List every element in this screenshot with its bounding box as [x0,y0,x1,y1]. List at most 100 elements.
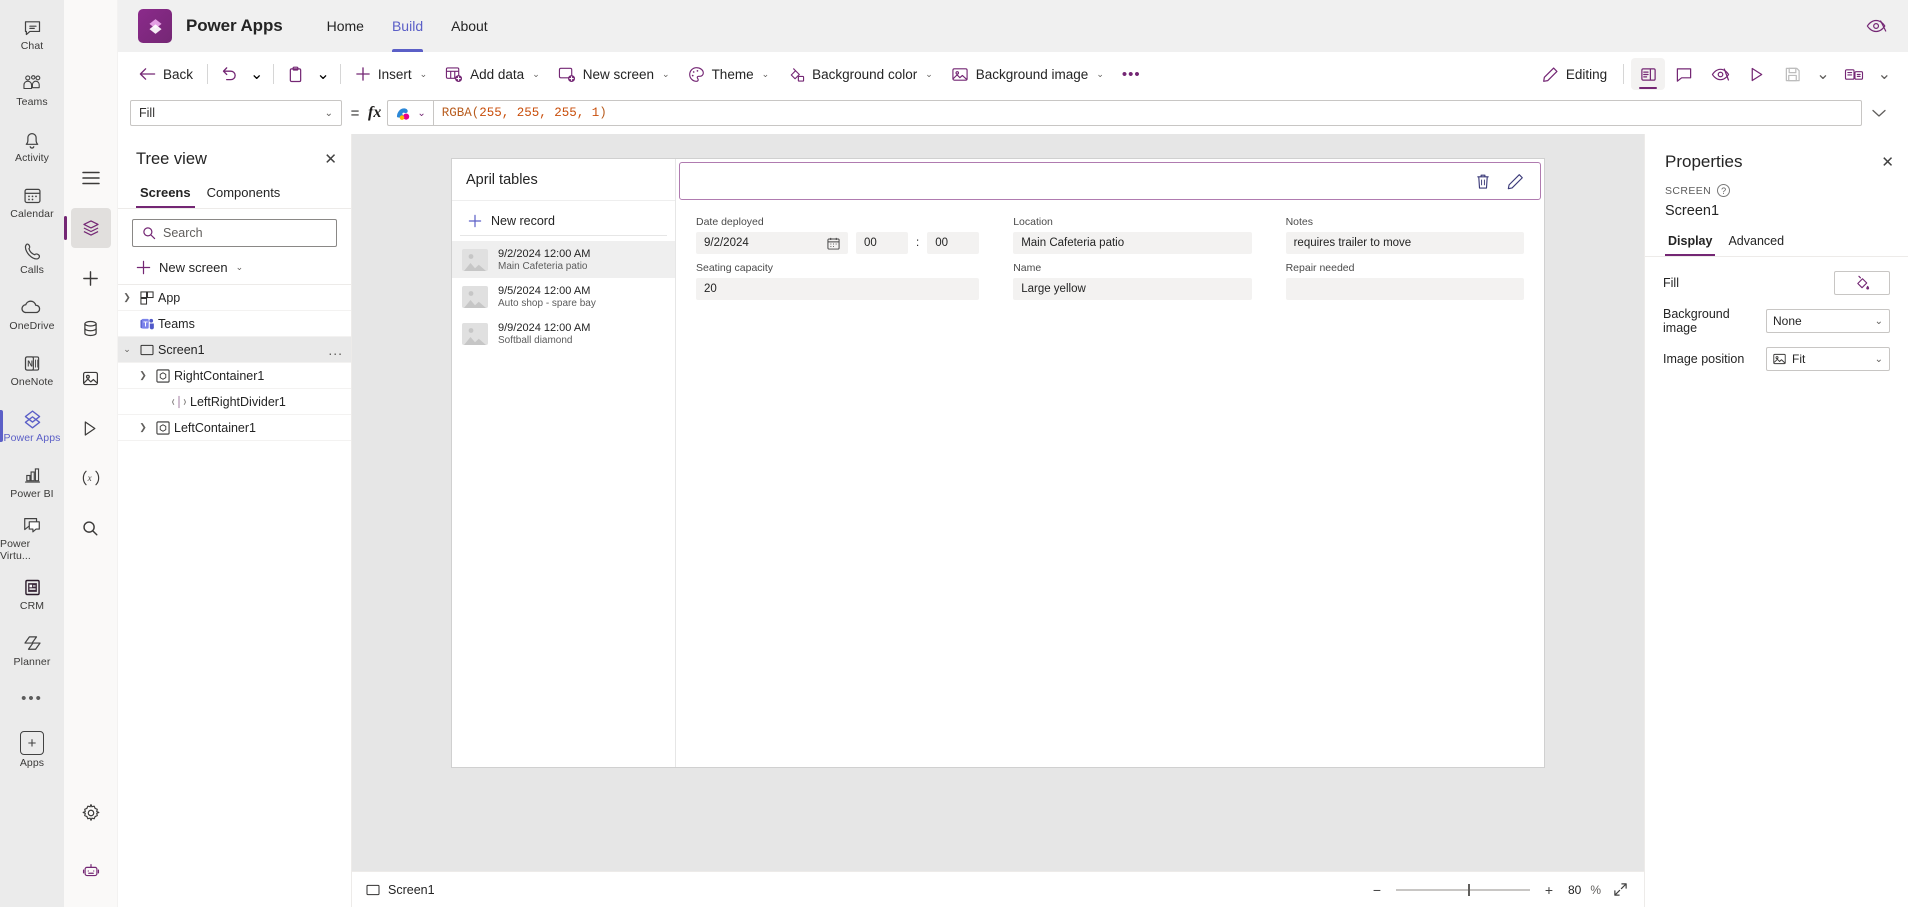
tree-item-teams[interactable]: T Teams [118,311,351,337]
properties-header: Properties ✕ [1645,134,1908,184]
add-data-button[interactable]: Add data ⌄ [436,58,549,90]
rail-item-onedrive[interactable]: OneDrive [0,286,64,342]
formula-input[interactable]: RGBA(255, 255, 255, 1) [433,100,1862,126]
editing-mode-button[interactable]: Editing [1533,58,1616,90]
new-screen-tree-button[interactable]: New screen ⌄ [118,253,351,285]
hamburger-menu-button[interactable] [71,158,111,198]
date-input[interactable]: 9/2/2024 [696,232,848,254]
variables-button[interactable]: x [71,458,111,498]
tree-view-button[interactable] [71,208,111,248]
rail-item-planner[interactable]: Planner [0,622,64,678]
tab-display[interactable]: Display [1663,229,1717,256]
status-screen-indicator[interactable]: Screen1 [366,883,435,897]
trash-icon[interactable] [1475,173,1491,190]
gallery-record-row[interactable]: 9/9/2024 12:00 AM Softball diamond [452,315,675,352]
search-input[interactable]: Search [132,219,337,247]
rail-item-onenote[interactable]: N OneNote [0,342,64,398]
repair-needed-input[interactable] [1286,278,1524,300]
close-icon[interactable]: ✕ [324,152,337,167]
tree-item-leftcontainer1[interactable]: ❯ LeftContainer1 [118,415,351,441]
notes-input[interactable]: requires trailer to move [1286,232,1524,254]
new-screen-button[interactable]: New screen ⌄ [549,58,679,90]
form-toolbar[interactable] [679,162,1541,200]
undo-dropdown-button[interactable]: ⌄ [245,58,268,90]
rail-item-apps[interactable]: + Apps [0,722,64,778]
command-overflow-button[interactable]: ••• [1113,58,1150,90]
app-checker-button[interactable] [1703,58,1737,90]
publish-button[interactable] [1837,58,1871,90]
chevron-down-icon[interactable]: ⌄ [118,344,136,355]
header-tab-home[interactable]: Home [313,0,378,52]
insert-button[interactable] [71,258,111,298]
app-checker-icon[interactable] [1866,18,1888,34]
calendar-icon[interactable] [827,237,840,250]
hour-input[interactable]: 00 [856,232,908,254]
paste-dropdown-button[interactable]: ⌄ [311,58,334,90]
minute-input[interactable]: 00 [927,232,979,254]
edit-pencil-icon[interactable] [1507,173,1524,190]
color-picker-button[interactable]: ⌄ [387,100,432,126]
tab-screens[interactable]: Screens [134,179,197,208]
zoom-out-button[interactable]: − [1367,880,1387,900]
background-image-dropdown[interactable]: None ⌄ [1766,309,1890,333]
save-dropdown-button[interactable]: ⌄ [1811,58,1834,90]
header-tab-about[interactable]: About [437,0,502,52]
insert-button[interactable]: Insert ⌄ [346,58,436,90]
paste-button[interactable] [279,58,311,90]
gallery-record-row[interactable]: 9/5/2024 12:00 AM Auto shop - spare bay [452,278,675,315]
media-button[interactable] [71,358,111,398]
rail-item-calls[interactable]: Calls [0,230,64,286]
zoom-slider[interactable] [1396,889,1530,891]
settings-gear-button[interactable] [71,793,111,833]
help-icon[interactable]: ? [1717,184,1730,197]
rail-item-calendar[interactable]: Calendar [0,174,64,230]
chevron-right-icon[interactable]: ❯ [134,422,152,433]
location-input[interactable]: Main Cafeteria patio [1013,232,1251,254]
chevron-right-icon[interactable]: ❯ [134,370,152,381]
publish-dropdown-button[interactable]: ⌄ [1873,58,1896,90]
fill-color-button[interactable] [1834,271,1890,295]
data-sources-button[interactable] [71,308,111,348]
save-button[interactable] [1775,58,1809,90]
rail-item-activity[interactable]: Activity [0,118,64,174]
tree-item-rightcontainer1[interactable]: ❯ RightContainer1 [118,363,351,389]
rail-item-power-bi[interactable]: Power BI [0,454,64,510]
rail-item-chat[interactable]: Chat [0,6,64,62]
header-tab-build[interactable]: Build [378,0,437,52]
back-button[interactable]: Back [130,58,202,90]
formula-expand-button[interactable] [1862,109,1896,118]
search-button[interactable] [71,508,111,548]
background-color-button[interactable]: Background color ⌄ [778,58,942,90]
rail-item-crm[interactable]: CRM [0,566,64,622]
background-image-button[interactable]: Background image ⌄ [942,58,1113,90]
fit-screen-icon[interactable] [1610,880,1630,900]
field-label: Location [1013,216,1251,228]
tab-advanced[interactable]: Advanced [1723,229,1789,256]
image-position-dropdown[interactable]: Fit ⌄ [1766,347,1890,371]
studio-main-column: Power Apps Home Build About [118,0,1908,907]
rail-item-power-apps[interactable]: Power Apps [0,398,64,454]
tree-item-app[interactable]: ❯ App [118,285,351,311]
theme-button[interactable]: Theme ⌄ [679,58,779,90]
close-icon[interactable]: ✕ [1881,155,1894,170]
comments-button[interactable] [1667,58,1701,90]
properties-pane-toggle[interactable] [1631,58,1665,90]
copilot-bot-button[interactable] [71,851,111,891]
tab-components[interactable]: Components [201,179,287,208]
chevron-right-icon[interactable]: ❯ [118,292,136,303]
power-automate-button[interactable] [71,408,111,448]
name-input[interactable]: Large yellow [1013,278,1251,300]
tree-item-screen1[interactable]: ⌄ Screen1 ... [118,337,351,363]
seating-capacity-input[interactable]: 20 [696,278,979,300]
zoom-in-button[interactable]: + [1539,880,1559,900]
gallery-record-row[interactable]: 9/2/2024 12:00 AM Main Cafeteria patio [452,241,675,278]
property-select[interactable]: Fill ⌄ [130,100,342,126]
rail-item-teams[interactable]: Teams [0,62,64,118]
undo-button[interactable] [213,58,245,90]
preview-play-button[interactable] [1739,58,1773,90]
rail-overflow-button[interactable]: ••• [21,678,43,718]
tree-item-leftrightdivider1[interactable]: LeftRightDivider1 [118,389,351,415]
rail-item-power-virtual-agents[interactable]: Power Virtu... [0,510,64,566]
new-record-button[interactable]: New record [460,206,667,236]
tree-item-more-button[interactable]: ... [328,343,343,357]
